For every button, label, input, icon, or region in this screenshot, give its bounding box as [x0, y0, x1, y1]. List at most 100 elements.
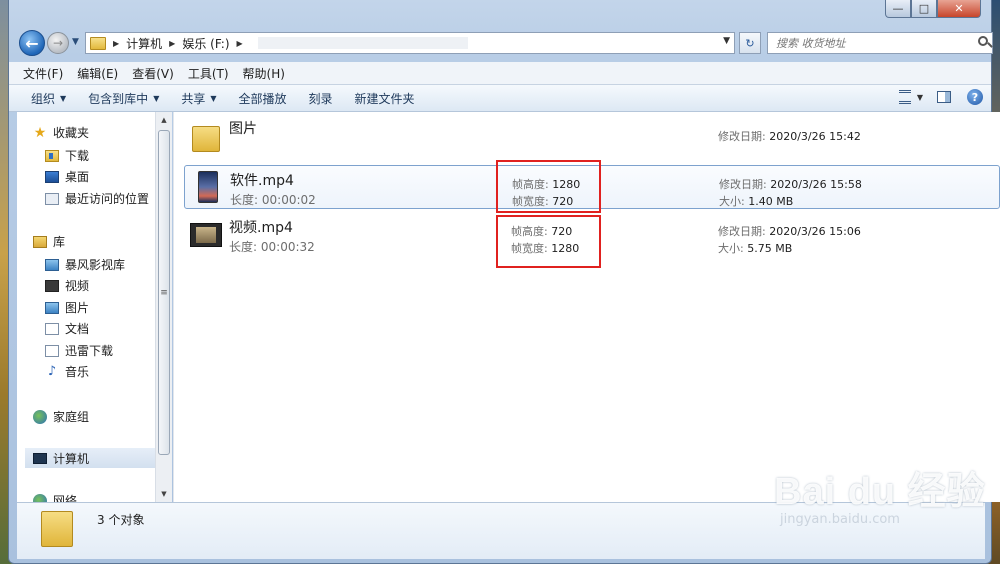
burn-button[interactable]: 刻录: [298, 90, 344, 107]
close-button[interactable]: ✕: [937, 0, 981, 18]
download-folder-icon: [45, 149, 59, 162]
length-label: 长度:: [229, 240, 258, 254]
breadcrumb-separator[interactable]: ▶: [113, 39, 119, 48]
document-library-icon: [45, 322, 59, 335]
star-icon: ★: [33, 124, 47, 141]
back-button[interactable]: ←: [19, 30, 45, 56]
sidebar-item-label: 图片: [65, 301, 90, 315]
minimize-button[interactable]: —: [885, 0, 911, 18]
sidebar-item-videos[interactable]: 视频: [45, 277, 89, 294]
breadcrumb-separator[interactable]: ▶: [237, 39, 243, 48]
navigation-scrollbar[interactable]: ▲ ≡ ▼: [155, 112, 172, 502]
file-size: 大小: 5.75 MB: [718, 240, 792, 256]
search-input[interactable]: [774, 33, 968, 53]
sidebar-item-label: 文档: [65, 322, 90, 336]
media-library-icon: [45, 258, 59, 271]
highlight-box: [496, 160, 601, 213]
chevron-down-icon: ▼: [153, 93, 160, 103]
folder-icon: [192, 126, 220, 152]
file-modified: 修改日期: 2020/3/26 15:58: [719, 176, 862, 192]
sidebar-item-desktop[interactable]: 桌面: [45, 168, 89, 185]
sidebar-item-label: 音乐: [65, 365, 90, 379]
sidebar-item-computer[interactable]: 计算机: [25, 448, 155, 468]
recent-pages-dropdown[interactable]: ▼: [72, 37, 79, 47]
music-note-icon: ♪: [47, 363, 57, 379]
refresh-button[interactable]: ↻: [739, 32, 761, 54]
sidebar-item-libraries[interactable]: 库: [33, 233, 65, 250]
explorer-window: — □ ✕ ← → ▼ ▶ 计算机 ▶ 娱乐 (F:) ▶ ▼ ↻ 文件(F) …: [8, 0, 1000, 564]
menu-tools[interactable]: 工具(T): [181, 65, 236, 82]
preview-pane-icon[interactable]: [937, 91, 951, 103]
scroll-up-arrow[interactable]: ▲: [156, 112, 172, 128]
breadcrumb-computer[interactable]: 计算机: [126, 35, 162, 52]
view-options-dropdown[interactable]: ▼: [917, 93, 923, 102]
sidebar-item-label: 网络: [53, 494, 78, 502]
chevron-down-icon: ▼: [60, 93, 67, 103]
organize-label: 组织: [31, 91, 56, 106]
file-name: 视频.mp4: [229, 220, 293, 236]
sidebar-item-homegroup[interactable]: 家庭组: [33, 408, 89, 425]
sidebar-item-label: 库: [53, 235, 66, 249]
sidebar-item-label: 收藏夹: [53, 126, 90, 140]
menu-file[interactable]: 文件(F): [9, 65, 70, 82]
breadcrumb-separator[interactable]: ▶: [169, 39, 175, 48]
sidebar-item-baofeng-library[interactable]: 暴风影视库: [45, 256, 125, 273]
sidebar-item-recent-places[interactable]: 最近访问的位置: [45, 190, 149, 207]
size-label: 大小:: [719, 195, 745, 208]
sidebar-item-favorites[interactable]: ★ 收藏夹: [33, 124, 89, 141]
sidebar-item-documents[interactable]: 文档: [45, 320, 89, 337]
maximize-button[interactable]: □: [911, 0, 937, 18]
change-view-icon[interactable]: [898, 90, 911, 104]
sidebar-item-pictures[interactable]: 图片: [45, 299, 89, 316]
sidebar-item-label: 迅雷下载: [65, 344, 114, 358]
sidebar-item-thunder-downloads[interactable]: 迅雷下载: [45, 342, 113, 359]
recent-places-icon: [45, 192, 59, 205]
menu-view[interactable]: 查看(V): [125, 65, 181, 82]
command-toolbar: 组织 ▼ 包含到库中 ▼ 共享 ▼ 全部播放 刻录 新建文件夹 ▼ ?: [9, 85, 991, 112]
modified-value: 2020/3/26 15:06: [769, 225, 861, 238]
length-value: 00:00:32: [260, 240, 315, 254]
file-size: 大小: 1.40 MB: [719, 193, 793, 209]
search-icon[interactable]: [978, 36, 988, 46]
include-in-library-label: 包含到库中: [88, 91, 149, 106]
sidebar-item-network[interactable]: 网络: [33, 492, 77, 502]
modified-value: 2020/3/26 15:42: [769, 130, 861, 143]
breadcrumb-drive-f[interactable]: 娱乐 (F:): [182, 35, 229, 52]
scroll-down-arrow[interactable]: ▼: [156, 486, 172, 502]
file-item-folder-pictures[interactable]: 图片 修改日期: 2020/3/26 15:42: [184, 116, 1000, 160]
scroll-thumb[interactable]: ≡: [158, 130, 170, 455]
menu-help[interactable]: 帮助(H): [236, 65, 292, 82]
sidebar-item-label: 暴风影视库: [65, 258, 126, 272]
include-in-library-button[interactable]: 包含到库中 ▼: [77, 90, 170, 107]
folder-icon: [90, 36, 106, 50]
sidebar-item-label: 计算机: [53, 451, 90, 466]
library-icon: [33, 235, 47, 248]
share-button[interactable]: 共享 ▼: [170, 90, 227, 107]
help-icon[interactable]: ?: [967, 89, 983, 105]
navigation-pane: ★ 收藏夹 下载 桌面 最近访问的位置 库 暴风影视库 视频 图片 文档 迅雷下…: [17, 112, 165, 502]
menu-edit[interactable]: 编辑(E): [70, 65, 125, 82]
sidebar-item-music[interactable]: ♪ 音乐: [45, 363, 89, 380]
organize-button[interactable]: 组织 ▼: [9, 90, 77, 107]
blurred-path: [257, 37, 468, 49]
desktop-icon: [45, 170, 59, 183]
address-history-dropdown[interactable]: ▼: [723, 36, 730, 46]
length-value: 00:00:02: [261, 193, 316, 207]
caption-buttons: — □ ✕: [885, 0, 981, 18]
forward-button[interactable]: →: [47, 32, 69, 54]
address-bar[interactable]: ▶ 计算机 ▶ 娱乐 (F:) ▶ ▼: [85, 32, 735, 54]
menu-bar: 文件(F) 编辑(E) 查看(V) 工具(T) 帮助(H): [9, 62, 991, 85]
highlight-box: [496, 215, 601, 268]
sidebar-item-label: 桌面: [65, 170, 90, 184]
search-box[interactable]: [767, 32, 993, 54]
play-all-button[interactable]: 全部播放: [228, 90, 298, 107]
new-folder-button[interactable]: 新建文件夹: [344, 90, 426, 107]
modified-label: 修改日期:: [718, 225, 766, 238]
film-thumbnail-icon: [190, 223, 222, 247]
sidebar-item-downloads[interactable]: 下载: [45, 147, 89, 164]
video-thumbnail-icon: [198, 171, 218, 203]
download-library-icon: [45, 344, 59, 357]
modified-label: 修改日期:: [719, 178, 767, 191]
network-icon: [33, 493, 47, 502]
item-count: 3 个对象: [97, 513, 145, 527]
